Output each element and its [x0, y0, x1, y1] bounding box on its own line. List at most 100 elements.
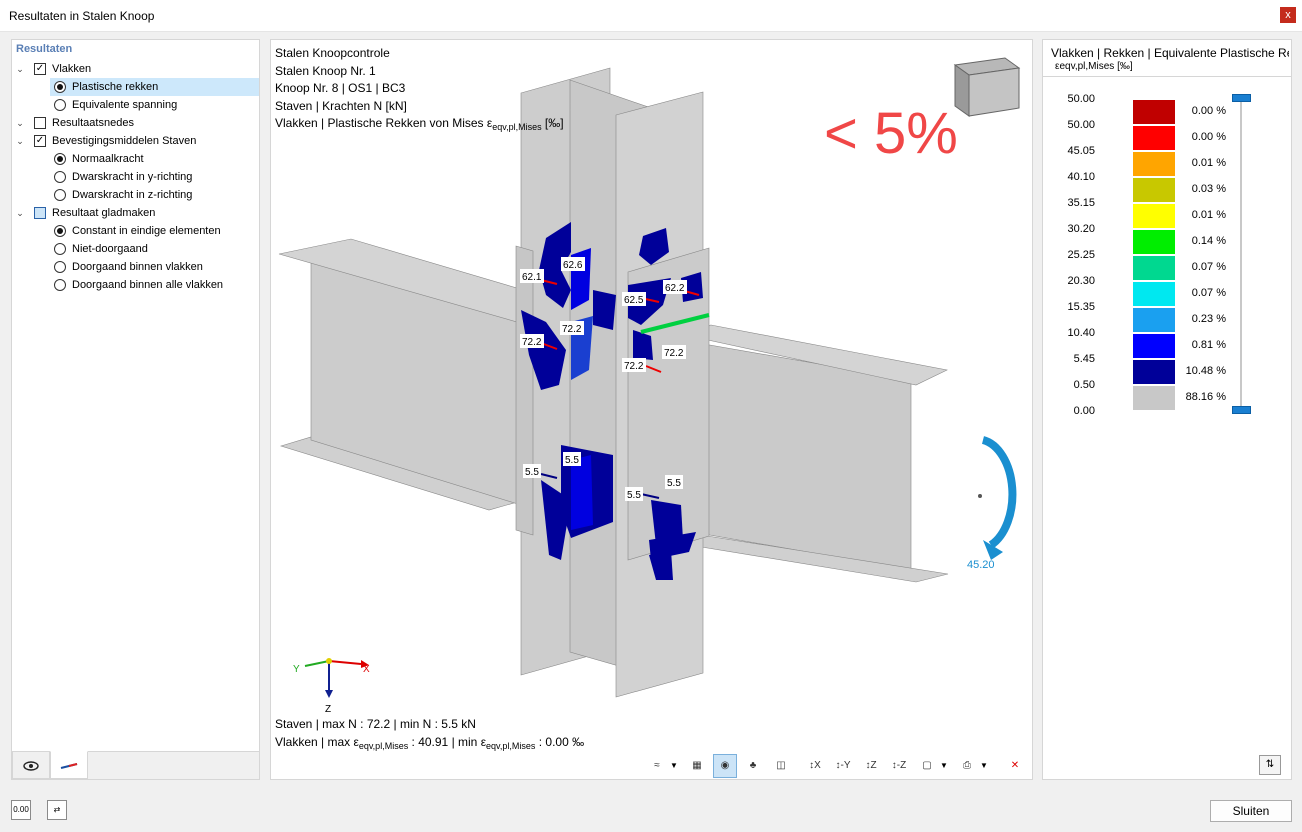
- tree-item[interactable]: Niet-doorgaand: [50, 240, 259, 258]
- checkbox[interactable]: ✓: [34, 135, 46, 147]
- tree-item-label: Resultaatsnedes: [52, 117, 134, 129]
- rotation-value: 45.20: [967, 559, 995, 571]
- radio-button[interactable]: [54, 171, 66, 183]
- close-window-button[interactable]: x: [1280, 7, 1296, 23]
- legend-slider-max-handle[interactable]: [1232, 94, 1251, 102]
- radio-button[interactable]: [54, 99, 66, 111]
- display-mode-button[interactable]: ≈: [645, 754, 669, 778]
- radio-button[interactable]: [54, 153, 66, 165]
- navigator-tabs: [12, 751, 259, 779]
- svg-text:X: X: [363, 664, 370, 675]
- tree-item[interactable]: Constant in eindige elementen: [50, 222, 259, 240]
- section-view-button[interactable]: ◫: [769, 754, 793, 778]
- legend-value: 50.00: [1067, 119, 1095, 131]
- legend-value: 10.40: [1067, 327, 1095, 339]
- tree-item[interactable]: Equivalente spanning: [50, 96, 259, 114]
- model-viewport[interactable]: 62.1 62.6 72.2 72.2 62.5 62.2 72.2 72.2 …: [270, 39, 1033, 780]
- tree-item-label: Doorgaand binnen vlakken: [72, 261, 203, 273]
- legend-value: 15.35: [1067, 301, 1095, 313]
- tree-item[interactable]: ⌄ Resultaatsnedes: [16, 114, 259, 132]
- member-label: 62.2: [665, 283, 685, 294]
- threshold-annotation: < 5%: [824, 101, 958, 166]
- iso-view-dropdown[interactable]: ▼: [939, 754, 949, 778]
- radio-button[interactable]: [54, 279, 66, 291]
- legend-title: Vlakken | Rekken | Equivalente Plastisch…: [1051, 46, 1289, 60]
- tree-item-label: Dwarskracht in z-richting: [72, 189, 193, 201]
- checkbox[interactable]: [34, 117, 46, 129]
- tree-item[interactable]: ⌄ ✓ Vlakken: [16, 60, 259, 78]
- svg-text:Z: Z: [325, 704, 331, 715]
- chevron-down-icon[interactable]: ⌄: [15, 114, 25, 132]
- legend-percentage: 0.14 %: [1191, 235, 1226, 247]
- tree-item[interactable]: Dwarskracht in z-richting: [50, 186, 259, 204]
- legend-value: 30.20: [1067, 223, 1095, 235]
- view-cube-icon[interactable]: [953, 57, 1021, 117]
- legend-slider-track[interactable]: [1240, 98, 1242, 410]
- print-button[interactable]: ⎙: [955, 754, 979, 778]
- eye-icon: [23, 761, 39, 771]
- decimal-settings-button[interactable]: 0.00: [11, 800, 31, 820]
- tree-item-label: Constant in eindige elementen: [72, 225, 221, 237]
- member-label: 72.2: [562, 324, 582, 335]
- radio-button[interactable]: [54, 189, 66, 201]
- checkbox[interactable]: ✓: [34, 63, 46, 75]
- legend-slider-min-handle[interactable]: [1232, 406, 1251, 414]
- chevron-down-icon[interactable]: ⌄: [15, 132, 25, 150]
- legend-swatch: [1133, 100, 1175, 124]
- tree-item[interactable]: ⌄ ✓ Bevestigingsmiddelen Staven: [16, 132, 259, 150]
- grid-view-button[interactable]: ▦: [685, 754, 709, 778]
- tree-item[interactable]: Doorgaand binnen vlakken: [50, 258, 259, 276]
- info-line: Knoop Nr. 8 | OS1 | BC3: [275, 81, 406, 95]
- legend-percentage: 88.16 %: [1185, 391, 1226, 403]
- chevron-down-icon[interactable]: ⌄: [15, 60, 25, 78]
- view-x-button[interactable]: ↕X: [803, 754, 827, 778]
- member-label: 5.5: [525, 467, 539, 478]
- legend-swatch: [1133, 256, 1175, 280]
- radio-button[interactable]: [54, 81, 66, 93]
- radio-button[interactable]: [54, 225, 66, 237]
- display-mode-dropdown[interactable]: ▼: [669, 754, 679, 778]
- legend-value: 25.25: [1067, 249, 1095, 261]
- tree-item[interactable]: Doorgaand binnen alle vlakken: [50, 276, 259, 294]
- legend-percentage: 0.01 %: [1191, 157, 1226, 169]
- dialog-footer: 0.00 ⇄ Sluiten: [0, 790, 1302, 832]
- member-label: 72.2: [522, 337, 542, 348]
- export-button[interactable]: ⇄: [47, 800, 67, 820]
- chevron-down-icon[interactable]: ⌄: [15, 204, 25, 222]
- members-view-button[interactable]: ♣: [741, 754, 765, 778]
- legend-settings-button[interactable]: ⇅: [1259, 755, 1281, 775]
- reset-view-button[interactable]: ✕: [1003, 754, 1027, 778]
- tree-item-label: Equivalente spanning: [72, 99, 178, 111]
- window-title: Resultaten in Stalen Knoop: [9, 9, 155, 23]
- legend-percentage: 0.07 %: [1191, 287, 1226, 299]
- results-navigator: Resultaten ⌄ ✓ Vlakken Plastische rekken Equ…: [11, 39, 260, 780]
- view-neg-z-button[interactable]: ↕-Z: [887, 754, 911, 778]
- view-neg-y-button[interactable]: ↕-Y: [831, 754, 855, 778]
- legend-subtitle: εeqv,pl,Mises [‰]: [1055, 61, 1133, 72]
- info-line: Stalen Knoop Nr. 1: [275, 63, 376, 78]
- tree-item-label: Bevestigingsmiddelen Staven: [52, 135, 197, 147]
- close-button[interactable]: Sluiten: [1210, 800, 1292, 822]
- print-dropdown[interactable]: ▼: [979, 754, 989, 778]
- radio-button[interactable]: [54, 261, 66, 273]
- legend-value: 50.00: [1067, 93, 1095, 105]
- checkbox[interactable]: [34, 207, 46, 219]
- member-icon: [60, 763, 78, 769]
- member-label: 5.5: [667, 478, 681, 489]
- radio-button[interactable]: [54, 243, 66, 255]
- axes-icon: Y X Z: [293, 658, 370, 715]
- eye-tab[interactable]: [12, 751, 50, 779]
- results-view-button[interactable]: ◉: [713, 754, 737, 778]
- summary-members: Staven | max N : 72.2 | min N : 5.5 kN: [275, 717, 476, 731]
- tree-item-label: Doorgaand binnen alle vlakken: [72, 279, 224, 291]
- tree-item[interactable]: Plastische rekken: [50, 78, 259, 96]
- legend-value: 0.50: [1073, 379, 1095, 391]
- member-tab[interactable]: [50, 751, 88, 779]
- legend-percentage: 0.23 %: [1191, 313, 1226, 325]
- legend-value: 40.10: [1067, 171, 1095, 183]
- iso-view-button[interactable]: ▢: [915, 754, 939, 778]
- view-z-button[interactable]: ↕Z: [859, 754, 883, 778]
- tree-item[interactable]: Normaalkracht: [50, 150, 259, 168]
- tree-item[interactable]: Dwarskracht in y-richting: [50, 168, 259, 186]
- tree-item[interactable]: ⌄ Resultaat gladmaken: [16, 204, 259, 222]
